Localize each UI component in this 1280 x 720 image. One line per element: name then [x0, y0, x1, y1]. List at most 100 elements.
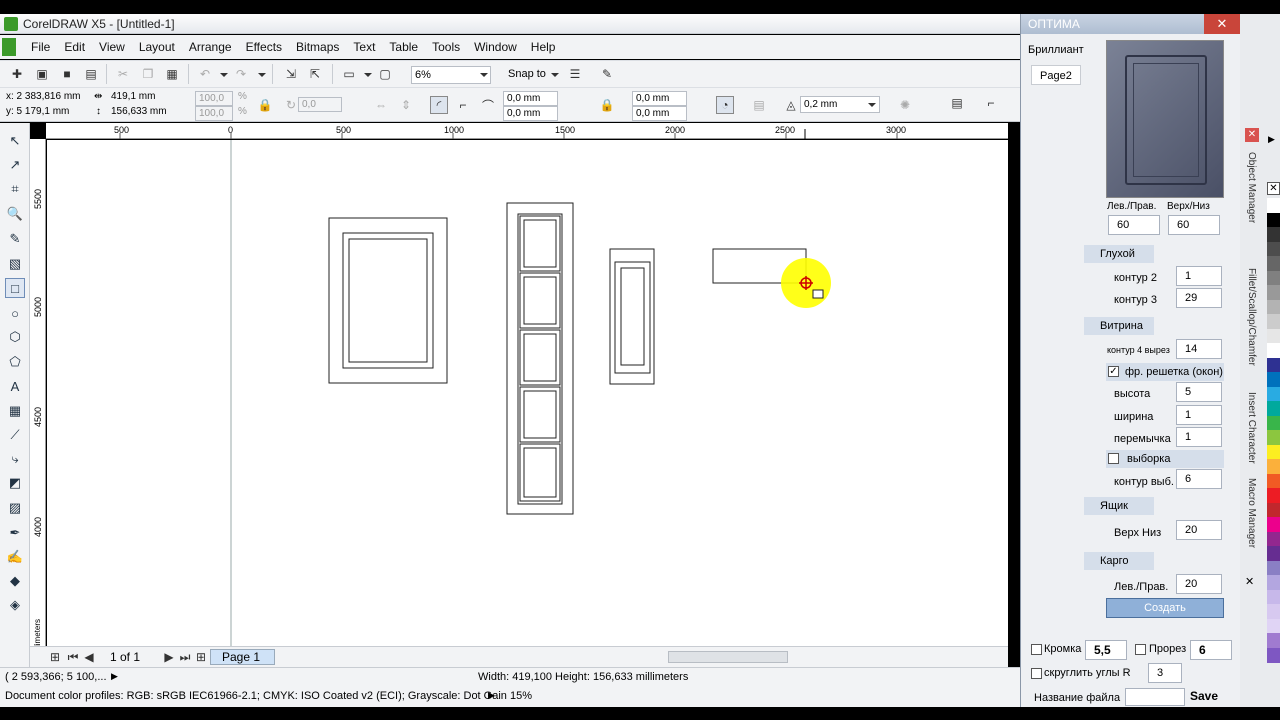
kromka-input[interactable]: 5,5 [1085, 640, 1127, 660]
rectangle-tool-icon[interactable]: □ [5, 278, 25, 298]
palette-swatch[interactable] [1267, 589, 1280, 605]
palette-swatch[interactable] [1267, 415, 1280, 431]
tab-brilliant[interactable]: Бриллиант [1028, 44, 1084, 56]
table-tool-icon[interactable]: ▦ [5, 401, 25, 421]
lev-prav-input[interactable]: 60 [1108, 215, 1160, 235]
lock-corners-icon[interactable]: 🔒 [598, 96, 616, 114]
palette-swatch[interactable] [1267, 372, 1280, 387]
corner-tool-icon[interactable]: ⌐ [982, 94, 1000, 112]
close-docker-icon[interactable]: ✕ [1245, 128, 1259, 142]
y-position-label[interactable]: y: 5 179,1 mm [6, 106, 69, 117]
mirror-vertical-icon[interactable]: ⇕ [397, 96, 415, 114]
round-corners-checkbox[interactable] [1031, 668, 1042, 679]
import-icon[interactable]: ⇲ [282, 65, 300, 83]
rotation-angle-field[interactable]: 0,0 [298, 97, 342, 112]
mirror-horizontal-icon[interactable]: ⇔ [372, 96, 390, 114]
scallop-corner-icon[interactable]: ⌐ [454, 96, 472, 114]
palette-swatch[interactable] [1267, 444, 1280, 460]
zoom-tool-icon[interactable]: 🔍 [5, 204, 25, 224]
palette-swatch[interactable] [1267, 502, 1280, 518]
palette-swatch[interactable] [1267, 401, 1280, 416]
interactive-fill-icon[interactable]: ◈ [5, 595, 25, 615]
palette-swatch[interactable] [1267, 488, 1280, 503]
snap-to-button[interactable]: Snap to [508, 68, 546, 80]
crop-tool-icon[interactable]: ⌗ [5, 179, 25, 199]
expand-arrow-icon[interactable]: ▶ [111, 671, 118, 682]
transparency-tool-icon[interactable]: ▨ [5, 498, 25, 518]
chamfer-corner-icon[interactable]: ⌒ [479, 96, 497, 114]
document-color-profiles[interactable]: Document color profiles: RGB: sRGB IEC61… [5, 690, 532, 702]
prorez-input[interactable]: 6 [1190, 640, 1232, 660]
shape-tool-icon[interactable]: ↗ [5, 155, 25, 175]
horizontal-ruler[interactable]: 500 0 500 1000 1500 2000 2500 3000 [46, 123, 1008, 139]
open-folder-icon[interactable]: ▣ [33, 65, 51, 83]
menu-effects[interactable]: Effects [239, 40, 289, 54]
tab-object-manager[interactable]: Object Manager [1243, 152, 1257, 223]
palette-swatch[interactable] [1267, 531, 1280, 547]
palette-swatch[interactable] [1267, 560, 1280, 576]
filename-input[interactable] [1125, 688, 1185, 706]
fill-tool-icon[interactable]: ◆ [5, 571, 25, 591]
undo-icon[interactable]: ↶ [196, 65, 214, 83]
blend-tool-icon[interactable]: ◩ [5, 473, 25, 493]
corner-radius-bottom-left[interactable]: 0,0 mm [503, 106, 558, 121]
object-width-field[interactable]: 419,1 mm [111, 91, 155, 102]
menu-arrange[interactable]: Arrange [182, 40, 239, 54]
pick-tool-icon[interactable]: ↖ [5, 131, 25, 151]
scale-width-field[interactable]: 100,0 [195, 91, 233, 106]
corner-radius-bottom-right[interactable]: 0,0 mm [632, 106, 687, 121]
palette-swatch[interactable] [1267, 517, 1280, 532]
copy-icon[interactable]: ❐ [139, 65, 157, 83]
menu-view[interactable]: View [92, 40, 132, 54]
freehand-tool-icon[interactable]: ✎ [5, 229, 25, 249]
save-button[interactable]: Save [1190, 689, 1218, 703]
application-launcher-icon[interactable]: ▭ [340, 65, 358, 83]
palette-swatch[interactable] [1267, 212, 1280, 228]
scale-height-field[interactable]: 100,0 [195, 106, 233, 121]
palette-swatch[interactable] [1267, 604, 1280, 619]
palette-swatch[interactable] [1267, 647, 1280, 663]
palette-swatch[interactable] [1267, 633, 1280, 648]
wrap-text-icon[interactable]: ▤ [750, 96, 768, 114]
print-icon[interactable]: ▤ [82, 65, 100, 83]
palette-swatch[interactable] [1267, 546, 1280, 561]
x-position-label[interactable]: x: 2 383,816 mm [6, 91, 80, 102]
round-radius-input[interactable]: 3 [1148, 663, 1182, 683]
corel-connect-icon[interactable]: ✎ [598, 65, 616, 83]
document-menu-icon[interactable] [2, 38, 16, 56]
palette-scroll-icon[interactable]: ▶ [1268, 134, 1275, 145]
palette-swatch[interactable] [1267, 256, 1280, 271]
palette-swatch[interactable] [1267, 285, 1280, 300]
corner-radius-top-left[interactable]: 0,0 mm [503, 91, 558, 106]
options-icon[interactable]: ☰ [566, 65, 584, 83]
new-document-icon[interactable]: ✚ [8, 65, 26, 83]
palette-swatch[interactable] [1267, 430, 1280, 445]
kontur-vyb-input[interactable]: 6 [1176, 469, 1222, 489]
connector-tool-icon[interactable]: ⤷ [5, 449, 25, 469]
drawing-canvas[interactable] [47, 140, 1008, 646]
add-page-after-icon[interactable]: ⊞ [192, 648, 210, 666]
convert-to-curves-icon[interactable]: ✺ [896, 96, 914, 114]
tab-macro-manager[interactable]: Macro Manager [1243, 478, 1257, 548]
horizontal-scrollbar-thumb[interactable] [668, 651, 788, 663]
menu-layout[interactable]: Layout [132, 40, 182, 54]
menu-bitmaps[interactable]: Bitmaps [289, 40, 346, 54]
corner-radius-top-right[interactable]: 0,0 mm [632, 91, 687, 106]
lock-ratio-icon[interactable]: 🔒 [256, 96, 274, 114]
palette-swatch[interactable] [1267, 270, 1280, 286]
palette-swatch[interactable] [1267, 575, 1280, 590]
close-tab-icon[interactable]: ✕ [1245, 575, 1254, 588]
menu-edit[interactable]: Edit [57, 40, 92, 54]
eyedropper-tool-icon[interactable]: ✒ [5, 523, 25, 543]
verh-niz-input[interactable]: 60 [1168, 215, 1220, 235]
cut-icon[interactable]: ✂ [114, 65, 132, 83]
dimension-tool-icon[interactable]: ⟋ [5, 425, 25, 445]
menu-file[interactable]: File [24, 40, 57, 54]
zoom-level-select[interactable]: 6% [411, 66, 491, 84]
polygon-tool-icon[interactable]: ⬡ [5, 327, 25, 347]
page-tab[interactable]: Page 1 [210, 649, 275, 665]
property-options-icon[interactable]: ▤ [948, 94, 966, 112]
menu-window[interactable]: Window [467, 40, 524, 54]
yashik-verh-niz-input[interactable]: 20 [1176, 520, 1222, 540]
kontur4-input[interactable]: 14 [1176, 339, 1222, 359]
